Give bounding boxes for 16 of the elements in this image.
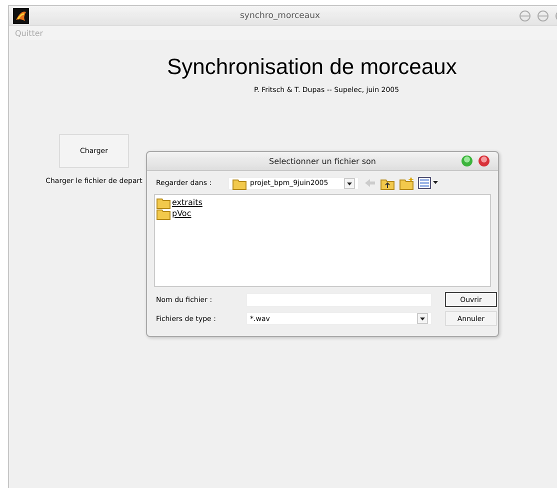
dialog-title: Selectionner un fichier son [269, 156, 376, 166]
close-icon[interactable] [478, 155, 490, 167]
app-logo-icon [13, 8, 29, 24]
folder-item[interactable]: extraits [156, 197, 204, 208]
view-menu-icon[interactable] [418, 177, 438, 189]
folder-icon [156, 196, 171, 209]
back-arrow-icon[interactable] [364, 177, 376, 189]
folder-icon [156, 207, 171, 220]
app-heading: Synchronisation de morceaux [167, 54, 457, 80]
maximize-icon[interactable] [537, 10, 549, 22]
window-title: synchro_morceaux [240, 10, 320, 20]
maximize-icon[interactable] [461, 155, 473, 167]
folder-icon [232, 176, 247, 190]
minimize-icon[interactable] [519, 10, 531, 22]
folder-item[interactable]: pVoc [156, 208, 194, 219]
folder-up-icon[interactable] [380, 176, 395, 190]
